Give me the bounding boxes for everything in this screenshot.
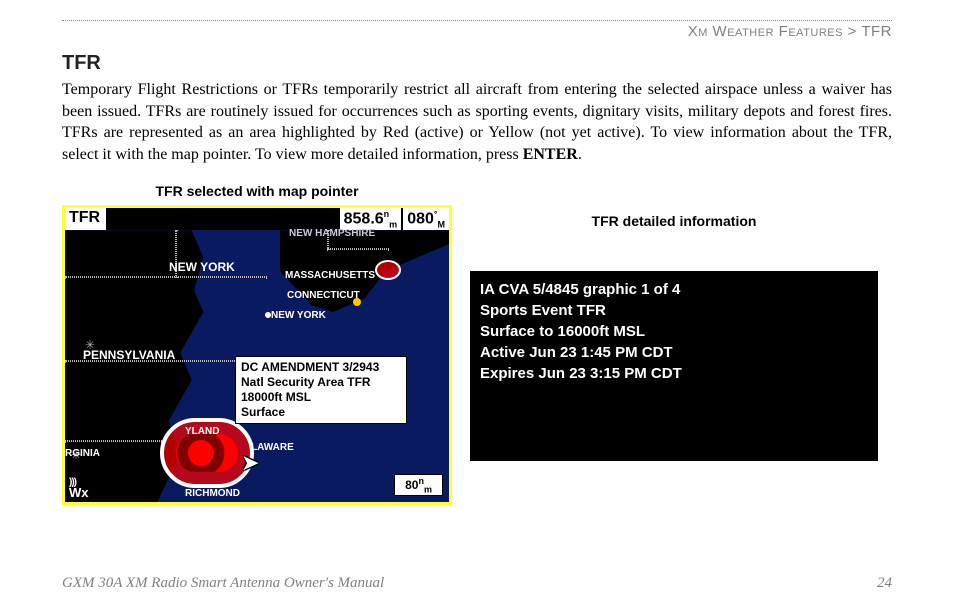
popup-line: Natl Security Area TFR	[241, 375, 401, 390]
page-title: TFR	[62, 52, 892, 75]
figure-detail: TFR detailed information IA CVA 5/4845 g…	[470, 183, 878, 461]
tfr-info-popup: DC AMENDMENT 3/2943 Natl Security Area T…	[235, 356, 407, 424]
map-label: CONNECTICUT	[287, 290, 360, 301]
paragraph-text: Temporary Flight Restrictions or TFRs te…	[62, 81, 892, 163]
map-distance-value: 858.6	[344, 211, 384, 228]
body-paragraph: Temporary Flight Restrictions or TFRs te…	[62, 79, 892, 165]
breadcrumb-separator: >	[848, 23, 857, 40]
map-label: PENNSYLVANIA	[83, 348, 175, 362]
map-pointer-icon: ➤	[241, 450, 259, 476]
map-label: NEW YORK	[271, 310, 326, 321]
detail-screen: IA CVA 5/4845 graphic 1 of 4 Sports Even…	[470, 271, 878, 461]
map-frame: TFR 858.6nm 080°M	[62, 205, 452, 505]
breadcrumb-section: Xm Weather Features	[688, 23, 843, 40]
breadcrumb: Xm Weather Features > TFR	[62, 23, 892, 40]
figure-detail-caption: TFR detailed information	[592, 213, 757, 229]
detail-line: Surface to 16000ft MSL	[480, 321, 868, 342]
breadcrumb-page: TFR	[861, 23, 892, 40]
detail-line: Sports Event TFR	[480, 300, 868, 321]
map-bearing-value: 080	[407, 211, 434, 228]
map-scale: 80nm	[394, 474, 443, 496]
tfr-area-small-icon	[375, 260, 401, 280]
popup-line: Surface	[241, 405, 401, 420]
map-label: NEW YORK	[169, 260, 235, 274]
map-header: TFR 858.6nm 080°M	[65, 208, 449, 230]
figure-map-caption: TFR selected with map pointer	[155, 183, 358, 199]
map-distance-readout: 858.6nm	[340, 208, 402, 230]
page-footer: GXM 30A XM Radio Smart Antenna Owner's M…	[62, 575, 892, 592]
map-label: MASSACHUSETTS	[285, 270, 375, 281]
map-label: YLAND	[185, 426, 219, 437]
detail-line: IA CVA 5/4845 graphic 1 of 4	[480, 279, 868, 300]
map-mode-label: TFR	[65, 208, 108, 230]
map-canvas: ✳ ✳ NEW HAMPSHIRE NEW YORK MASSACHUSETTS…	[65, 230, 449, 502]
figure-map: TFR selected with map pointer TFR 858.6n…	[62, 183, 452, 505]
detail-line: Expires Jun 23 3:15 PM CDT	[480, 363, 868, 384]
paragraph-tail: .	[578, 146, 582, 163]
map-label: RICHMOND	[185, 488, 240, 499]
footer-manual-title: GXM 30A XM Radio Smart Antenna Owner's M…	[62, 575, 384, 592]
popup-line: 18000ft MSL	[241, 390, 401, 405]
map-label: NEW HAMPSHIRE	[289, 228, 375, 239]
enter-keyword: ENTER	[523, 146, 578, 163]
map-label: RGINIA	[65, 448, 100, 459]
map-screen: TFR 858.6nm 080°M	[65, 208, 449, 502]
header-rule	[62, 20, 892, 21]
detail-line: Active Jun 23 1:45 PM CDT	[480, 342, 868, 363]
map-bearing-readout: 080°M	[403, 208, 449, 230]
weather-icon: ))) Wx	[69, 478, 89, 499]
map-scale-value: 80	[405, 478, 418, 492]
popup-line: DC AMENDMENT 3/2943	[241, 360, 401, 375]
footer-page-number: 24	[877, 575, 892, 592]
